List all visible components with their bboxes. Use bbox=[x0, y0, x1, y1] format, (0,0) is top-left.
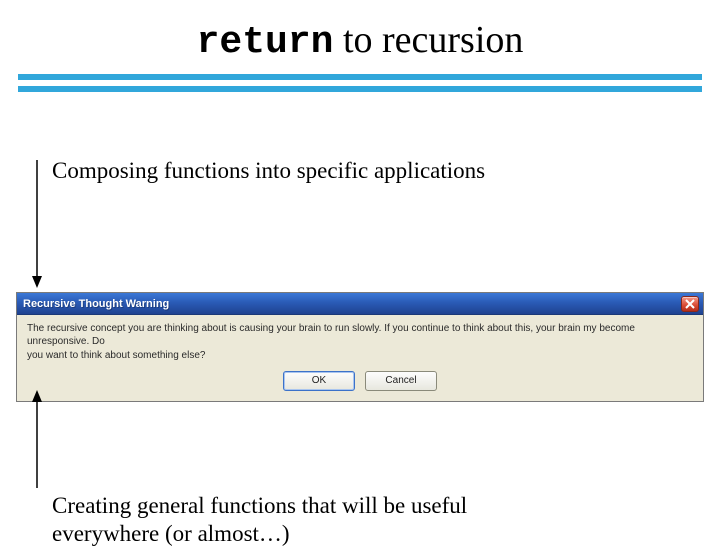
lower-caption-line2: everywhere (or almost…) bbox=[52, 521, 290, 546]
lower-caption: Creating general functions that will be … bbox=[52, 492, 467, 547]
dialog-body-line2: you want to think about something else? bbox=[27, 350, 693, 363]
dialog-titlebar[interactable]: Recursive Thought Warning bbox=[17, 293, 703, 315]
arrow-up-icon bbox=[30, 390, 44, 490]
title-rule bbox=[0, 74, 720, 92]
dialog-title: Recursive Thought Warning bbox=[23, 298, 681, 310]
dialog-body: The recursive concept you are thinking a… bbox=[17, 315, 703, 401]
cancel-button[interactable]: Cancel bbox=[365, 371, 437, 391]
arrow-down-icon bbox=[30, 158, 44, 288]
title-rest: to recursion bbox=[333, 19, 523, 61]
upper-caption: Composing functions into specific applic… bbox=[52, 158, 485, 184]
warning-dialog: Recursive Thought Warning The recursive … bbox=[16, 292, 704, 402]
close-icon[interactable] bbox=[681, 296, 699, 312]
dialog-body-line1: The recursive concept you are thinking a… bbox=[27, 323, 693, 348]
title-keyword: return bbox=[197, 21, 334, 64]
lower-caption-line1: Creating general functions that will be … bbox=[52, 493, 467, 518]
ok-button[interactable]: OK bbox=[283, 371, 355, 391]
slide-title: return to recursion bbox=[0, 18, 720, 64]
dialog-buttons: OK Cancel bbox=[27, 371, 693, 391]
